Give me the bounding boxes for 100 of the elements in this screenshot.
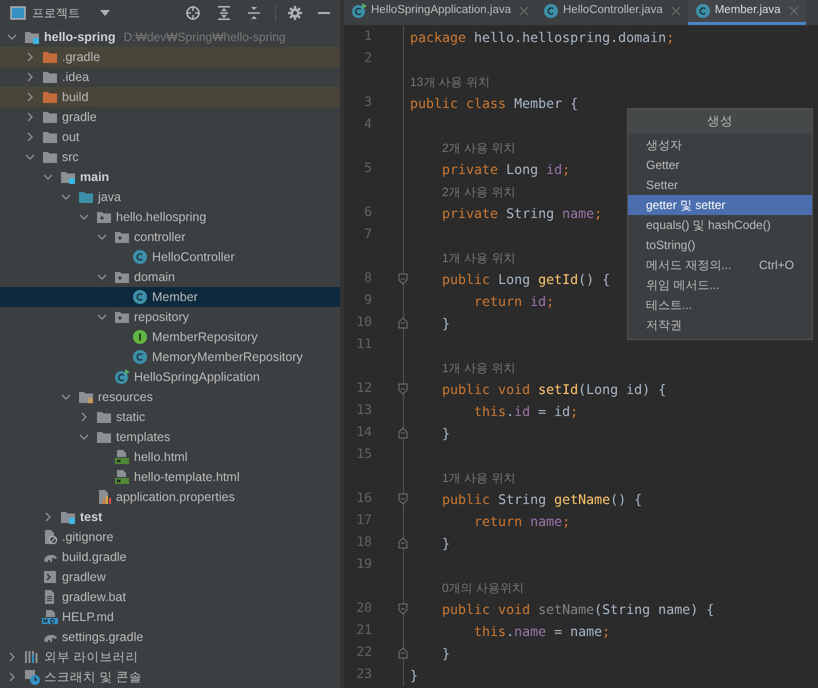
package-icon bbox=[114, 229, 130, 245]
fold-icon[interactable] bbox=[398, 537, 408, 549]
settings-icon[interactable] bbox=[288, 6, 302, 20]
code-token: return bbox=[473, 515, 522, 530]
scratch-file-icon bbox=[24, 669, 40, 685]
menu-item[interactable]: Getter bbox=[628, 155, 812, 175]
menu-item[interactable]: Setter bbox=[628, 175, 812, 195]
tree-item[interactable]: MemoryMemberRepository bbox=[0, 347, 340, 367]
menu-item[interactable]: 생성자 bbox=[628, 135, 812, 155]
tree-item[interactable]: settings.gradle bbox=[0, 627, 340, 647]
tree-item[interactable]: build bbox=[0, 87, 340, 107]
tree-item[interactable]: test bbox=[0, 507, 340, 527]
fold-icon[interactable] bbox=[398, 383, 408, 395]
tree-item[interactable]: build.gradle bbox=[0, 547, 340, 567]
fold-icon[interactable] bbox=[398, 317, 408, 329]
tree-item[interactable]: src bbox=[0, 147, 340, 167]
package-icon bbox=[96, 209, 112, 225]
menu-item[interactable]: 저작권 bbox=[628, 315, 812, 335]
tree-item[interactable]: Member bbox=[0, 287, 340, 307]
line-number: 5 bbox=[363, 160, 372, 178]
menu-item[interactable]: 위임 메서드... bbox=[628, 275, 812, 295]
folder-icon bbox=[24, 29, 40, 45]
line-number: 10 bbox=[355, 314, 372, 332]
collapse-all-icon[interactable] bbox=[247, 5, 261, 21]
tree-item[interactable]: HELP.md bbox=[0, 607, 340, 627]
editor-tab[interactable]: HelloSpringApplication.java bbox=[344, 0, 536, 25]
tree-item[interactable]: hello-spring D:₩dev₩Spring₩hello-spring bbox=[0, 27, 340, 47]
tree-item[interactable]: 스크래치 및 콘솔 bbox=[0, 667, 340, 687]
fold-icon[interactable] bbox=[398, 273, 408, 285]
menu-item[interactable]: toString() bbox=[628, 235, 812, 255]
code-token: } bbox=[441, 427, 450, 442]
editor-tab[interactable]: Member.java bbox=[688, 0, 806, 25]
menu-item[interactable]: 테스트... bbox=[628, 295, 812, 315]
code-token: (Long id) { bbox=[578, 383, 666, 398]
tree-item[interactable]: HelloSpringApplication bbox=[0, 367, 340, 387]
line-number: 12 bbox=[355, 380, 372, 398]
code-token: Long bbox=[497, 273, 530, 288]
tree-item[interactable]: out bbox=[0, 127, 340, 147]
code-token: return bbox=[473, 295, 522, 310]
tree-item[interactable]: java bbox=[0, 187, 340, 207]
tree-item[interactable]: controller bbox=[0, 227, 340, 247]
tree-item[interactable]: gradle bbox=[0, 107, 340, 127]
line-number: 14 bbox=[355, 424, 372, 442]
code-token: public bbox=[441, 493, 490, 508]
tab-label: HelloSpringApplication.java bbox=[371, 3, 511, 18]
fold-icon[interactable] bbox=[398, 603, 408, 615]
code-token: id bbox=[514, 405, 530, 420]
markdown-file-icon bbox=[42, 609, 58, 625]
tree-item[interactable]: 외부 라이브러리 bbox=[0, 647, 340, 667]
tree-item[interactable]: HelloController bbox=[0, 247, 340, 267]
tree-item[interactable]: static bbox=[0, 407, 340, 427]
folder-icon bbox=[60, 169, 76, 185]
menu-item[interactable]: 메서드 재정의... Ctrl+O bbox=[628, 255, 812, 275]
tree-item[interactable]: application.properties bbox=[0, 487, 340, 507]
tree-item[interactable]: gradlew bbox=[0, 567, 340, 587]
tree-item[interactable]: .gradle bbox=[0, 47, 340, 67]
line-number: 2 bbox=[363, 50, 372, 68]
fold-icon[interactable] bbox=[398, 493, 408, 505]
editor-tab[interactable]: HelloController.java bbox=[536, 0, 688, 25]
tree-item[interactable]: templates bbox=[0, 427, 340, 447]
code-token: (String name) { bbox=[594, 603, 714, 618]
usage-hint: 2개 사용 위치 bbox=[441, 185, 516, 199]
tree-item[interactable]: domain bbox=[0, 267, 340, 287]
code-token: public class bbox=[410, 97, 506, 112]
folder-icon bbox=[60, 509, 76, 525]
line-number: 21 bbox=[355, 622, 372, 640]
folder-icon bbox=[42, 109, 58, 125]
menu-item[interactable]: getter 및 setter bbox=[628, 195, 812, 215]
tree-item[interactable]: gradlew.bat bbox=[0, 587, 340, 607]
tree-item[interactable]: MemberRepository bbox=[0, 327, 340, 347]
shortcut-text: Ctrl+O bbox=[758, 257, 794, 274]
tree-item[interactable]: .idea bbox=[0, 67, 340, 87]
line-number: 17 bbox=[355, 512, 372, 530]
close-icon[interactable] bbox=[519, 6, 529, 16]
code-token: ; bbox=[562, 515, 570, 530]
locate-icon[interactable] bbox=[185, 5, 201, 21]
expand-all-icon[interactable] bbox=[217, 5, 231, 21]
code-token: () { bbox=[578, 273, 610, 288]
tree-item[interactable]: main bbox=[0, 167, 340, 187]
code-token: . bbox=[506, 625, 514, 640]
class-icon bbox=[132, 349, 148, 365]
tree-item[interactable]: hello-template.html bbox=[0, 467, 340, 487]
code-token: name bbox=[514, 625, 546, 640]
tree-item[interactable]: resources bbox=[0, 387, 340, 407]
tree-item[interactable]: hello.hellospring bbox=[0, 207, 340, 227]
tree-item[interactable]: hello.html bbox=[0, 447, 340, 467]
line-number: 9 bbox=[363, 292, 372, 310]
fold-icon[interactable] bbox=[398, 427, 408, 439]
dropdown-caret-icon[interactable] bbox=[100, 10, 110, 16]
code-token: private bbox=[441, 207, 498, 222]
folder-icon bbox=[42, 89, 58, 105]
close-icon[interactable] bbox=[670, 6, 681, 16]
fold-icon[interactable] bbox=[398, 647, 408, 659]
usage-hint: 1개 사용 위치 bbox=[441, 251, 516, 265]
tree-item[interactable]: .gitignore bbox=[0, 527, 340, 547]
menu-item[interactable]: equals() 및 hashCode() bbox=[628, 215, 812, 235]
code-token: ; bbox=[594, 207, 602, 222]
class-icon bbox=[132, 249, 148, 265]
close-icon[interactable] bbox=[788, 6, 799, 16]
tree-item[interactable]: repository bbox=[0, 307, 340, 327]
